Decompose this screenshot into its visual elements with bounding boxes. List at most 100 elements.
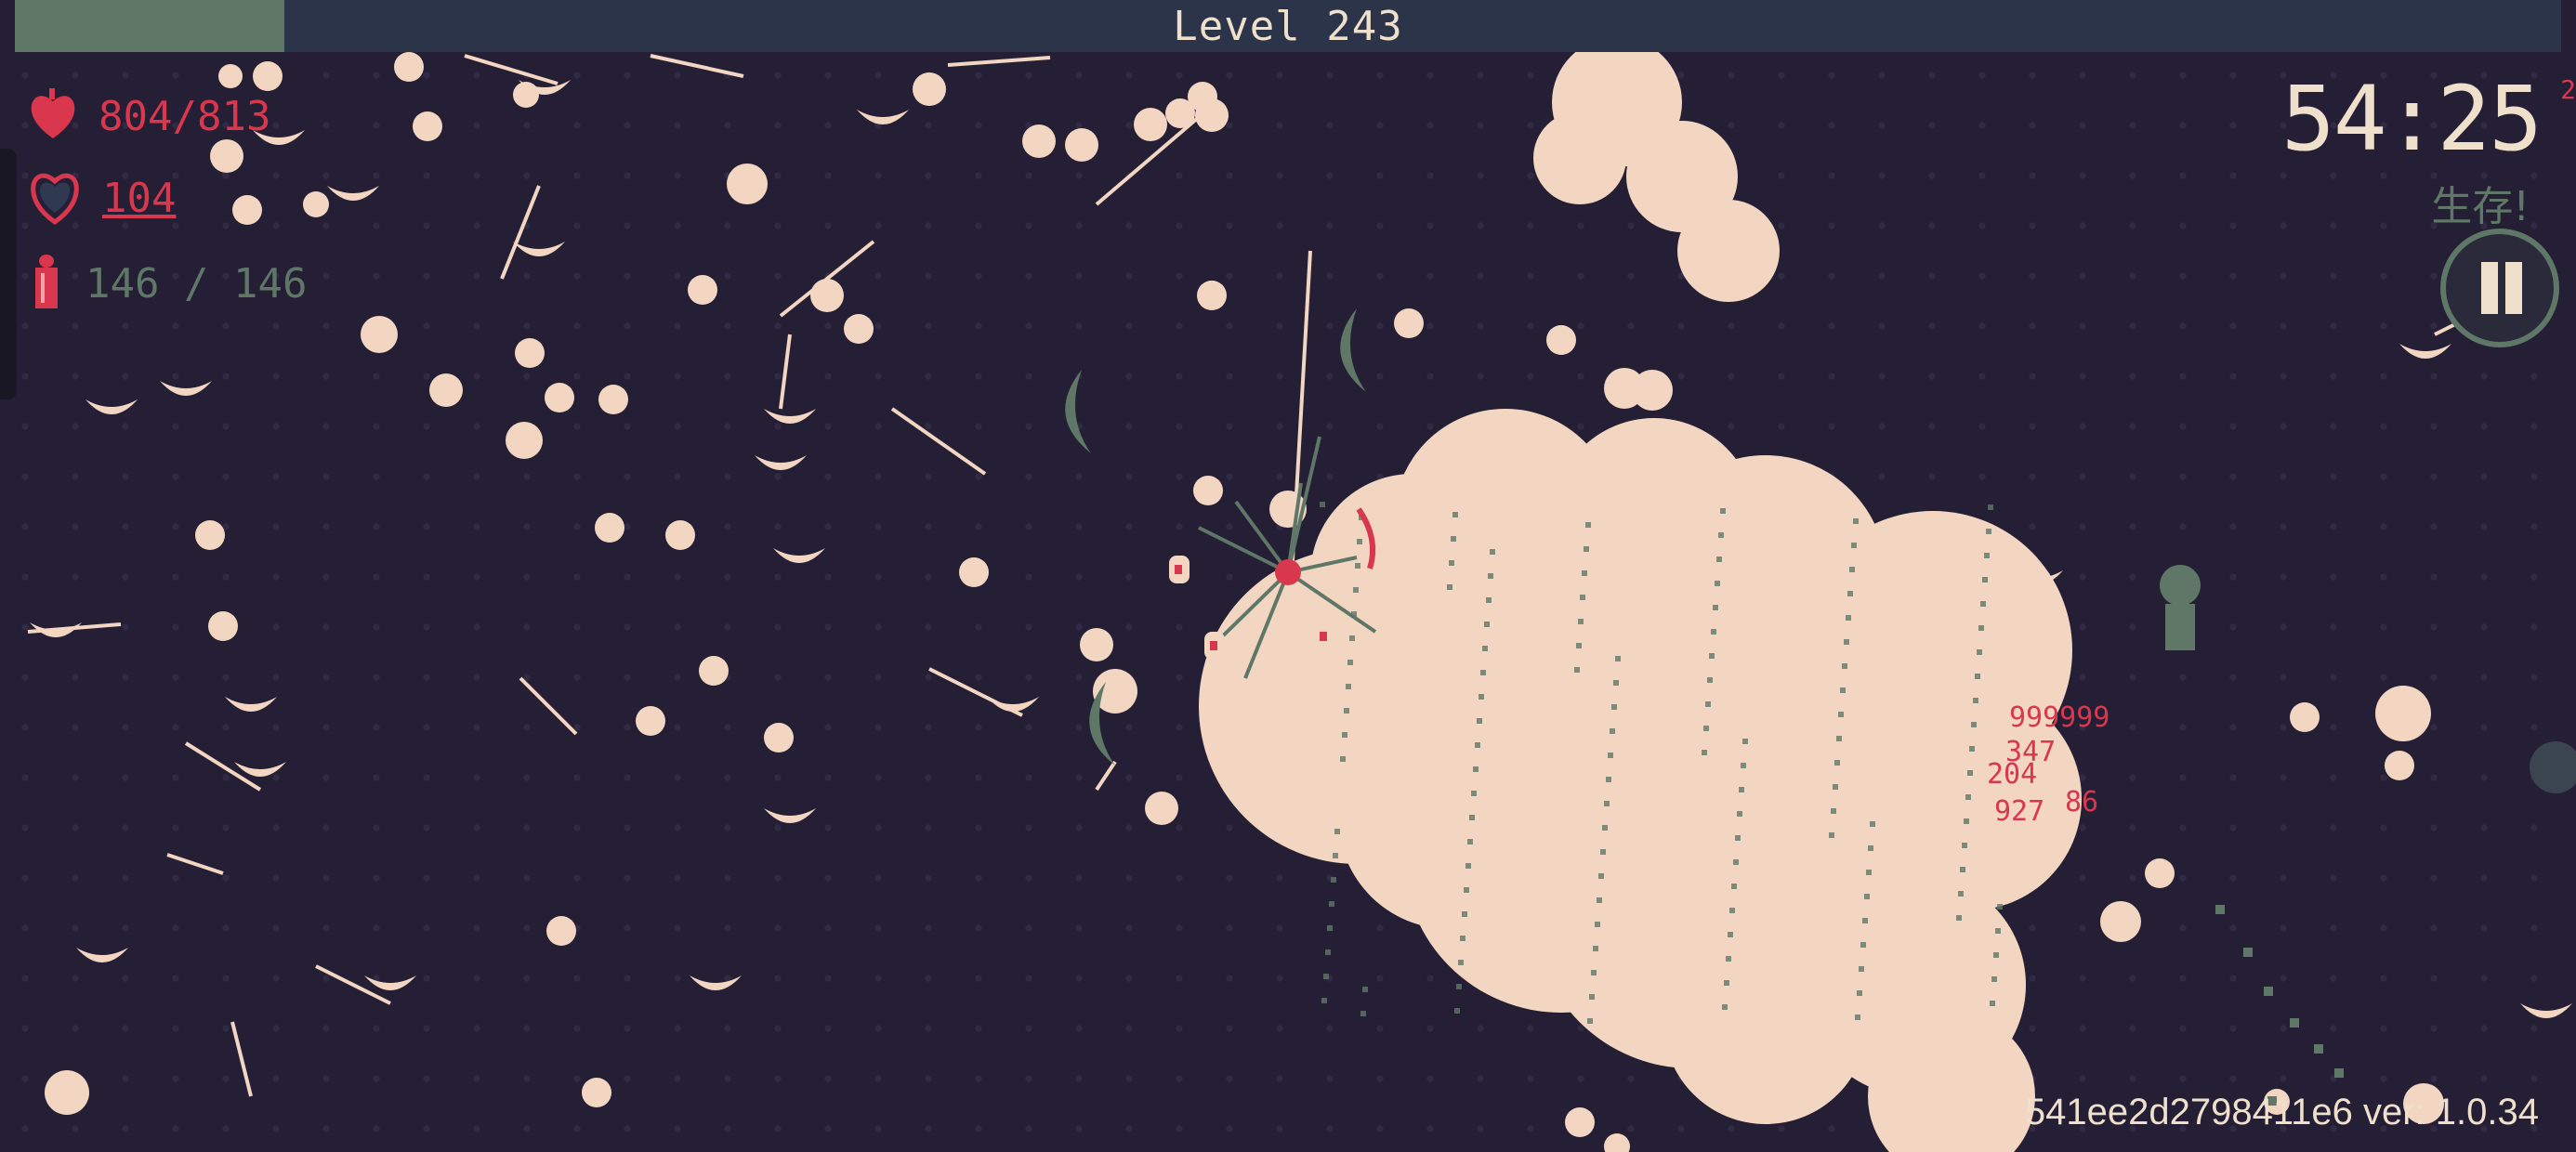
cloud-speckle [1844,639,1849,645]
cloud-speckle [1604,801,1610,806]
bullet-projectile [1065,128,1098,162]
cloud-speckle [1353,587,1359,593]
cloud-speckle [1340,756,1346,762]
cloud-speckle [1325,949,1331,955]
health-stat: 804/813 [28,84,270,149]
crescent-projectile [1340,308,1366,392]
bullet-projectile [582,1078,611,1107]
bullet-projectile [1394,308,1424,338]
bullet-projectile [546,916,576,946]
cloud-speckle [1984,553,1990,558]
cloud-speckle [1321,998,1327,1003]
cloud-speckle [1715,581,1720,586]
cloud-speckle [1460,936,1465,941]
cloud-speckle [1967,770,1973,776]
bat-enemy [30,622,82,637]
trail-dot [2264,987,2273,996]
player-character [1275,559,1301,585]
cloud-speckle [1347,660,1353,665]
health-value: 804/813 [99,92,271,140]
cloud-speckle [1611,704,1617,710]
cloud-speckle [1722,1004,1728,1010]
cloud-speckle [1859,966,1864,972]
survival-timer: 54:25 [2281,67,2543,171]
scythe-streak [947,56,1051,67]
skull-enemy [45,1070,89,1115]
ammo-value: 146 / 146 [85,260,307,308]
bullet-projectile [413,111,442,141]
damage-number: 927 [1994,795,2045,828]
bat-enemy [513,242,565,256]
cloud-speckle [1600,849,1606,855]
bullet-projectile [598,385,628,414]
trail-dot [2243,948,2253,957]
bat-enemy [764,808,816,823]
side-panel-handle[interactable] [0,149,17,399]
cloud-speckle [1860,942,1866,948]
ghost-ally-core [1175,565,1182,574]
cloud-speckle [1585,522,1591,528]
cloud-speckle [1482,646,1488,651]
cloud-speckle [1608,753,1613,758]
projectile-cloud [1533,111,1626,204]
bullet-icon [28,249,65,318]
cloud-speckle [1615,656,1621,661]
cloud-speckle [1866,870,1872,875]
cloud-speckle [1362,987,1368,992]
cloud-speckle [1849,567,1855,572]
cloud-speckle [1329,901,1334,907]
damage-number: 999999 [2009,701,2110,734]
bat-enemy [234,762,286,777]
tentacle-enemy [2160,565,2201,606]
bullet-projectile [1188,82,1217,111]
cloud-speckle [1840,687,1846,693]
damage-number: 86 [2065,786,2099,818]
bullet-projectile [1479,892,1509,922]
bullet-projectile [1022,124,1056,158]
cloud-speckle [1331,877,1336,883]
cloud-speckle [1591,970,1597,975]
cloud-speckle [1716,556,1722,562]
bullet-projectile [665,520,695,550]
cloud-speckle [1731,884,1737,889]
bullet-projectile [394,52,424,82]
cloud-speckle [1988,504,1993,510]
cloud-speckle [1447,584,1452,590]
cloud-speckle [1456,984,1462,989]
cloud-speckle [1846,615,1851,621]
scythe-streak [890,407,987,476]
offscreen-marker: 2 [2560,74,2576,105]
scythe-streak [464,54,559,85]
cloud-speckle [1707,677,1713,683]
damage-number: 204 [1987,758,2038,791]
cloud-speckle [1574,667,1580,673]
bat-enemy [76,948,128,962]
cloud-speckle [1870,821,1875,827]
cloud-speckle [1587,1018,1593,1024]
cloud-speckle [1580,595,1585,600]
bat-enemy [160,381,212,396]
projectile-cloud [1663,920,1868,1124]
cloud-speckle [1742,739,1748,744]
cloud-speckle [1702,750,1707,755]
cloud-speckle [1598,873,1604,879]
bullet-projectile [2100,901,2141,942]
hooded-enemy [2375,686,2431,741]
cloud-speckle [1467,839,1473,844]
ammo-max: 146 [232,259,308,308]
ammo-separator: / [183,259,209,308]
bullet-projectile [1134,108,1167,141]
cloud-speckle [1838,712,1844,717]
pause-button[interactable] [2440,229,2559,347]
cloud-speckle [1960,867,1965,872]
cloud-speckle [1589,994,1595,1000]
bullet-projectile [303,191,329,217]
cloud-speckle [1346,684,1351,689]
bullet-projectile [913,72,946,106]
cloud-speckle [1836,736,1842,741]
bat-enemy [225,697,277,712]
cloud-speckle [1857,990,1862,996]
cloud-speckle [1576,643,1582,648]
cloud-speckle [1479,694,1484,700]
bullet-projectile [1284,689,1318,723]
